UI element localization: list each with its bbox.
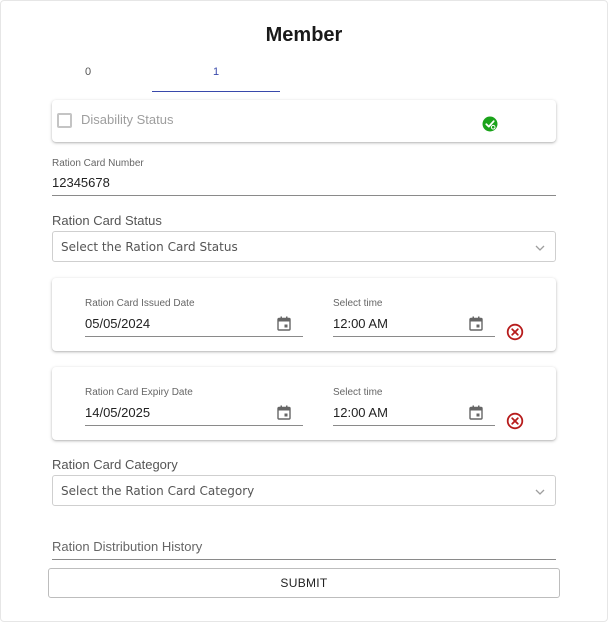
tab-0[interactable]: 0 [24, 62, 152, 92]
chevron-down-icon [535, 489, 545, 495]
expiry-time-label: Select time [333, 387, 383, 398]
issued-time-label: Select time [333, 298, 383, 309]
issued-date-input[interactable]: 05/05/2024 [85, 316, 150, 331]
expiry-time-underline [333, 425, 495, 426]
ration-card-category-select[interactable]: Select the Ration Card Category [52, 475, 556, 506]
expiry-date-underline [85, 425, 303, 426]
ration-card-category-label: Ration Card Category [52, 457, 178, 472]
issued-time-underline [333, 336, 495, 337]
calendar-icon[interactable] [469, 405, 483, 420]
ration-card-category-placeholder: Select the Ration Card Category [61, 484, 255, 498]
distribution-history-underline [52, 559, 556, 560]
issued-date-label: Ration Card Issued Date [85, 298, 195, 309]
disability-checkbox[interactable] [57, 113, 72, 128]
submit-button[interactable]: SUBMIT [48, 568, 560, 598]
calendar-icon[interactable] [469, 316, 483, 331]
page-title: Member [265, 24, 343, 46]
disability-label: Disability Status [81, 112, 174, 127]
tab-1[interactable]: 1 [152, 62, 280, 92]
expiry-date-card: Ration Card Expiry Date 14/05/2025 Selec… [52, 367, 556, 440]
calendar-icon[interactable] [277, 316, 291, 331]
expiry-date-label: Ration Card Expiry Date [85, 387, 193, 398]
ration-card-status-label: Ration Card Status [52, 213, 162, 228]
issued-date-card: Ration Card Issued Date 05/05/2024 Selec… [52, 278, 556, 351]
ration-card-number-input[interactable]: 12345678 [52, 175, 110, 190]
issued-date-underline [85, 336, 303, 337]
ration-card-status-select[interactable]: Select the Ration Card Status [52, 231, 556, 262]
ration-card-number-label: Ration Card Number [52, 158, 144, 169]
ration-card-status-placeholder: Select the Ration Card Status [61, 240, 238, 254]
disability-card: Disability Status [52, 100, 556, 142]
distribution-history-field[interactable]: Ration Distribution History [52, 539, 202, 554]
issued-time-input[interactable]: 12:00 AM [333, 316, 388, 331]
remove-circle-icon[interactable] [506, 323, 524, 341]
calendar-icon[interactable] [277, 405, 291, 420]
expiry-date-input[interactable]: 14/05/2025 [85, 405, 150, 420]
verified-badge-icon[interactable] [482, 116, 498, 132]
expiry-time-input[interactable]: 12:00 AM [333, 405, 388, 420]
chevron-down-icon [535, 245, 545, 251]
remove-circle-icon[interactable] [506, 412, 524, 430]
ration-card-number-underline [52, 195, 556, 196]
